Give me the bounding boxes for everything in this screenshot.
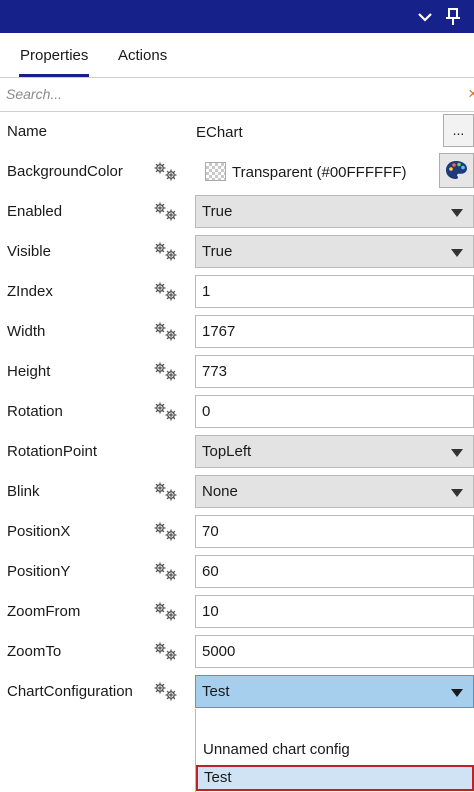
position-x-value: 70 [202, 523, 219, 540]
property-label-position-x: PositionX [7, 523, 71, 540]
zoom-to-input[interactable]: 5000 [195, 635, 474, 668]
property-label-blink: Blink [7, 483, 40, 500]
chart-configuration-options: Unnamed chart config Test [195, 709, 474, 792]
gears-icon[interactable] [153, 321, 179, 343]
property-label-enabled: Enabled [7, 203, 63, 220]
visible-value: True [202, 243, 233, 260]
rotation-input[interactable]: 0 [195, 395, 474, 428]
background-color-value: Transparent (#00FFFFFF) [232, 164, 407, 181]
rotation-point-value: TopLeft [202, 443, 252, 460]
gears-icon[interactable] [153, 521, 179, 543]
palette-icon [440, 161, 473, 191]
height-input[interactable]: 773 [195, 355, 474, 388]
zoom-from-input[interactable]: 10 [195, 595, 474, 628]
chevron-down-icon[interactable] [415, 7, 435, 27]
blink-dropdown[interactable]: None [195, 475, 474, 508]
dropdown-arrow-icon [451, 489, 463, 497]
gears-icon[interactable] [153, 201, 179, 223]
position-x-input[interactable]: 70 [195, 515, 474, 548]
property-label-height: Height [7, 363, 51, 380]
panel-title-bar [0, 0, 474, 33]
chart-configuration-value: Test [202, 683, 230, 700]
zindex-input[interactable]: 1 [195, 275, 474, 308]
tab-bar: Properties Actions [0, 33, 474, 78]
pin-icon[interactable] [443, 7, 463, 27]
gears-icon[interactable] [153, 401, 179, 423]
property-label-chart-configuration: ChartConfiguration [7, 683, 133, 700]
rotation-value: 0 [202, 403, 211, 420]
width-value: 1767 [202, 323, 236, 340]
zoom-from-value: 10 [202, 603, 219, 620]
enabled-value: True [202, 203, 233, 220]
search-bar: × [0, 78, 474, 112]
property-label-zoom-to: ZoomTo [7, 643, 62, 660]
dropdown-arrow-icon [451, 209, 463, 217]
zoom-to-value: 5000 [202, 643, 236, 660]
chart-configuration-dropdown[interactable]: Test [195, 675, 474, 708]
property-label-width: Width [7, 323, 46, 340]
dropdown-arrow-icon [451, 449, 463, 457]
name-value: EChart [196, 124, 243, 141]
dropdown-option-test[interactable]: Test [196, 765, 474, 791]
gears-icon[interactable] [153, 601, 179, 623]
visible-dropdown[interactable]: True [195, 235, 474, 268]
gears-icon[interactable] [153, 481, 179, 503]
property-label-rotation: Rotation [7, 403, 63, 420]
width-input[interactable]: 1767 [195, 315, 474, 348]
gears-icon[interactable] [153, 161, 179, 183]
property-label-rotation-point: RotationPoint [7, 443, 98, 460]
gears-icon[interactable] [153, 561, 179, 583]
dropdown-option-empty[interactable] [196, 712, 474, 738]
zindex-value: 1 [202, 283, 211, 300]
rotation-point-dropdown[interactable]: TopLeft [195, 435, 474, 468]
gears-icon[interactable] [153, 241, 179, 263]
search-input[interactable] [6, 83, 456, 105]
gears-icon[interactable] [153, 681, 179, 703]
property-label-zoom-from: ZoomFrom [7, 603, 81, 620]
name-edit-button[interactable]: ... [443, 114, 474, 147]
dropdown-arrow-icon [451, 689, 463, 697]
property-label-zindex: ZIndex [7, 283, 53, 300]
property-label-name: Name [7, 123, 48, 140]
property-label-background-color: BackgroundColor [7, 163, 123, 180]
dropdown-arrow-icon [451, 249, 463, 257]
gears-icon[interactable] [153, 641, 179, 663]
tab-properties[interactable]: Properties [18, 47, 90, 77]
palette-button[interactable] [439, 153, 474, 188]
color-swatch [205, 162, 226, 181]
position-y-input[interactable]: 60 [195, 555, 474, 588]
property-label-visible: Visible [7, 243, 51, 260]
dropdown-option-unnamed-chart-config[interactable]: Unnamed chart config [196, 738, 474, 764]
gears-icon[interactable] [153, 281, 179, 303]
tab-actions[interactable]: Actions [118, 47, 167, 64]
blink-value: None [202, 483, 238, 500]
height-value: 773 [202, 363, 228, 380]
position-y-value: 60 [202, 563, 219, 580]
gears-icon[interactable] [153, 361, 179, 383]
enabled-dropdown[interactable]: True [195, 195, 474, 228]
close-icon[interactable]: × [468, 85, 474, 103]
property-label-position-y: PositionY [7, 563, 71, 580]
